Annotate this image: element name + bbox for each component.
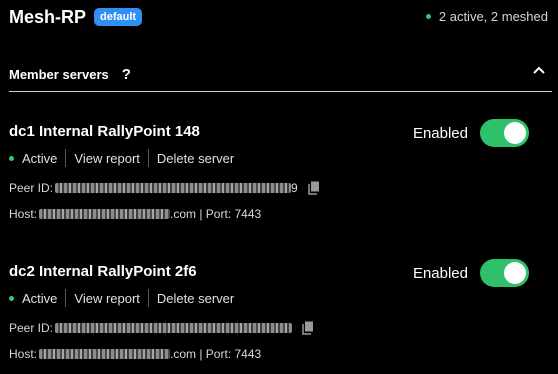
host-row: Host: .com | Port: 7443 (9, 347, 261, 361)
view-report-link[interactable]: View report (74, 291, 140, 306)
divider (9, 91, 552, 92)
server-actions: Active View report Delete server (9, 149, 234, 167)
delete-server-link[interactable]: Delete server (157, 151, 234, 166)
copy-icon[interactable] (307, 181, 320, 195)
server-actions: Active View report Delete server (9, 289, 234, 307)
host-row: Host: .com | Port: 7443 (9, 207, 261, 221)
server-status: Active (22, 290, 58, 306)
server-status: Active (22, 150, 58, 166)
mesh-status: 2 active, 2 meshed (425, 9, 548, 24)
enabled-label: Enabled (412, 124, 468, 142)
redacted-peer-id (55, 183, 292, 193)
enabled-control: Enabled (413, 259, 529, 287)
server-card: dc2 Internal RallyPoint 2f6 Enabled Acti… (9, 259, 548, 363)
separator (65, 289, 67, 307)
redacted-host (39, 209, 171, 219)
peer-id-label: Peer ID: (9, 181, 54, 195)
peer-id-label: Peer ID: (9, 321, 54, 335)
view-report-link[interactable]: View report (74, 151, 140, 166)
redacted-host (39, 349, 171, 359)
server-name: dc2 Internal RallyPoint 2f6 (9, 263, 197, 280)
default-badge: default (94, 8, 143, 26)
separator (147, 149, 149, 167)
server-name: dc1 Internal RallyPoint 148 (9, 123, 200, 140)
toggle-knob (504, 262, 526, 284)
redacted-peer-id (55, 323, 293, 333)
separator (65, 149, 67, 167)
member-servers-header[interactable]: Member servers ? (9, 64, 548, 84)
chevron-up-icon[interactable] (532, 65, 546, 75)
host-tail: .com | Port: 7443 (170, 347, 262, 361)
status-dot-icon (9, 295, 14, 301)
mesh-title: Mesh-RP (9, 6, 87, 27)
enabled-control: Enabled (413, 119, 529, 147)
peer-id-row: Peer ID: 9 (9, 181, 320, 195)
help-icon[interactable]: ? (122, 66, 131, 83)
toggle-knob (504, 122, 526, 144)
enabled-toggle[interactable] (480, 259, 529, 287)
separator (147, 289, 149, 307)
copy-icon[interactable] (302, 321, 314, 335)
peer-id-row: Peer ID: (9, 321, 314, 335)
host-tail: .com | Port: 7443 (170, 207, 262, 221)
status-dot-icon (425, 14, 431, 19)
enabled-label: Enabled (412, 264, 468, 282)
mesh-status-text: 2 active, 2 meshed (438, 9, 548, 24)
status-dot-icon (9, 155, 14, 161)
host-label: Host: (9, 347, 38, 361)
section-title: Member servers (9, 66, 109, 82)
enabled-toggle[interactable] (480, 119, 529, 147)
delete-server-link[interactable]: Delete server (157, 291, 234, 306)
peer-id-tail: 9 (291, 181, 298, 195)
host-label: Host: (9, 207, 38, 221)
server-card: dc1 Internal RallyPoint 148 Enabled Acti… (9, 119, 548, 223)
mesh-header: Mesh-RP default 2 active, 2 meshed (9, 6, 548, 28)
